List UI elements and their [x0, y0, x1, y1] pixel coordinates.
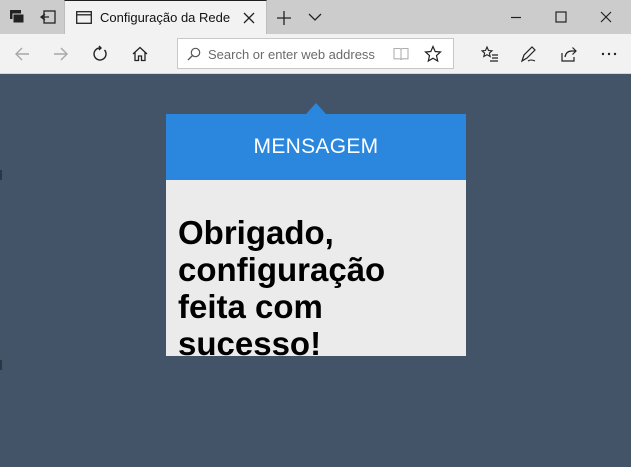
tab-actions-icon[interactable] — [9, 9, 25, 25]
title-bar: Configuração da Rede — [0, 0, 631, 34]
set-aside-tabs-icon[interactable] — [40, 9, 56, 25]
left-edge-mark — [0, 360, 2, 370]
maximize-icon[interactable] — [553, 9, 569, 25]
card-header: MENSAGEM — [166, 114, 466, 180]
pen-icon[interactable] — [519, 45, 537, 63]
more-icon[interactable] — [600, 45, 618, 63]
share-icon[interactable] — [560, 45, 578, 63]
page-icon — [76, 11, 92, 24]
address-placeholder: Search or enter web address — [208, 47, 375, 62]
back-arrow-icon[interactable] — [13, 45, 31, 63]
card-body: Obrigado, configuração feita com sucesso… — [166, 180, 466, 362]
tab-title: Configuração da Rede — [100, 10, 231, 25]
page-content: MENSAGEM Obrigado, configuração feita co… — [0, 74, 631, 467]
tab-active[interactable]: Configuração da Rede — [64, 0, 267, 34]
favorites-list-icon[interactable] — [481, 45, 499, 63]
success-message: Obrigado, configuração feita com sucesso… — [178, 214, 386, 362]
left-edge-mark — [0, 170, 2, 180]
home-icon[interactable] — [131, 45, 149, 63]
close-window-icon[interactable] — [598, 9, 614, 25]
address-bar[interactable]: Search or enter web address — [177, 38, 454, 69]
book-icon[interactable] — [393, 47, 409, 61]
card-pointer-arrow — [306, 103, 326, 114]
message-card: MENSAGEM Obrigado, configuração feita co… — [166, 103, 466, 362]
close-icon[interactable] — [242, 11, 256, 25]
star-icon[interactable] — [424, 45, 442, 63]
plus-icon[interactable] — [276, 10, 292, 26]
chevron-down-icon[interactable] — [307, 11, 323, 23]
search-icon — [187, 47, 201, 61]
forward-arrow-icon[interactable] — [52, 45, 70, 63]
navigation-bar: Search or enter web address — [0, 34, 631, 74]
refresh-icon[interactable] — [91, 45, 109, 63]
minimize-icon[interactable] — [508, 9, 524, 25]
